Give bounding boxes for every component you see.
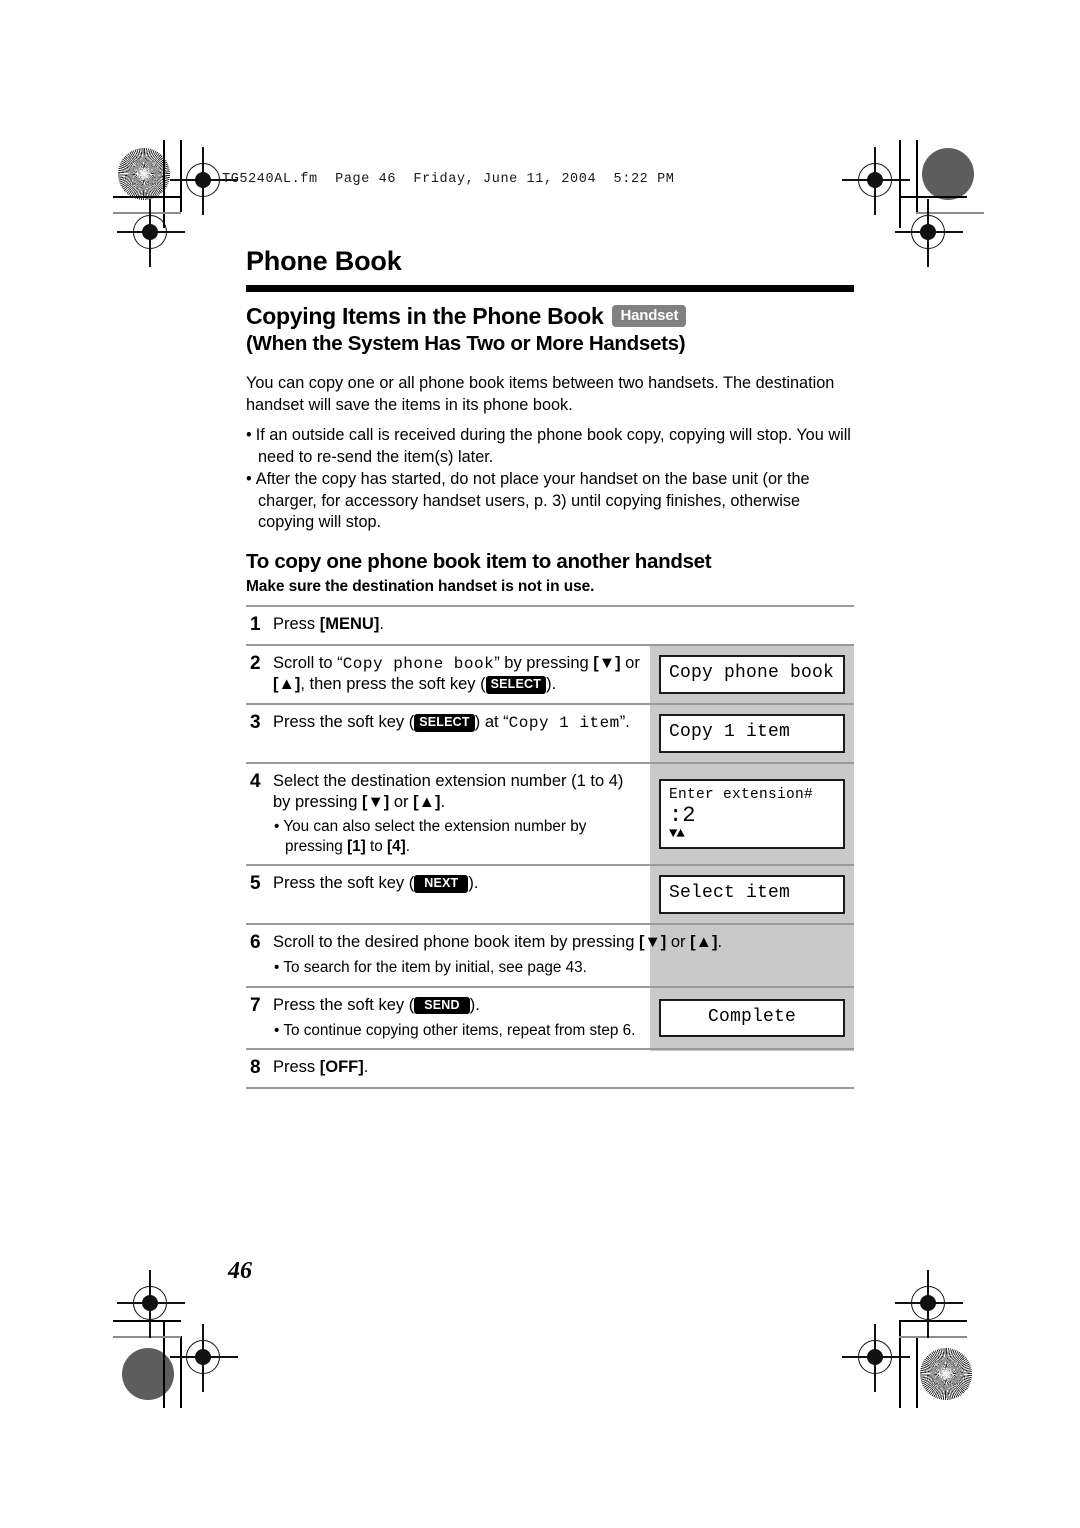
step-text: Press [OFF]. — [273, 1058, 369, 1077]
step-row: 4 Select the destination extension number… — [246, 764, 854, 867]
steps-host: 1 Press [MENU]. 2 Scroll to “Copy phone boo… — [246, 607, 854, 1090]
step-number: 7 — [250, 994, 261, 1016]
list-item: You can also select the extension number… — [274, 817, 642, 856]
lcd-cell: Copy phone book — [650, 646, 854, 704]
lcd-line: Select item — [669, 883, 791, 904]
step-text: Scroll to the desired phone book item by… — [273, 932, 723, 951]
print-header-text: TG5240AL.fm Page 46 Friday, June 11, 200… — [222, 172, 675, 187]
lcd-cell: Complete — [650, 988, 854, 1049]
section-heading: Copying Items in the Phone Book Handset — [246, 303, 854, 330]
step-number: 6 — [250, 931, 261, 953]
page-number: 46 — [228, 1258, 252, 1284]
step-text: Press the soft key (SELECT) at “Copy 1 i… — [273, 713, 630, 733]
list-item: If an outside call is received during th… — [246, 425, 854, 468]
lcd-line: ▼▲ — [669, 826, 685, 843]
step-row: 3 Press the soft key (SELECT) at “Copy 1 … — [246, 705, 854, 764]
section-title: Copying Items in the Phone Book — [246, 303, 604, 329]
list-item: After the copy has started, do not place… — [246, 469, 854, 534]
howto-note: Make sure the destination handset is not… — [246, 577, 595, 595]
step-text: Press the soft key (SEND). — [273, 995, 480, 1014]
step-text: Select the destination extension number … — [273, 771, 624, 811]
step-instruction: 8 Press [OFF]. — [246, 1050, 854, 1087]
step-number: 8 — [250, 1057, 261, 1079]
chapter-title: Phone Book — [246, 246, 402, 276]
step-row: 2 Scroll to “Copy phone book” by pressing… — [246, 646, 854, 706]
list-item: To continue copying other items, repeat … — [274, 1021, 642, 1041]
step-number: 4 — [250, 770, 261, 792]
step-row: 1 Press [MENU]. — [246, 607, 854, 646]
step-instruction: 4 Select the destination extension number… — [246, 764, 650, 864]
list-item: To search for the item by initial, see p… — [274, 958, 846, 978]
caution-bullet-list: If an outside call is received during th… — [246, 425, 854, 534]
handset-badge: Handset — [612, 304, 687, 327]
lcd-screen: Enter extension#:2 ▼▲ — [659, 778, 845, 850]
step-text: Press the soft key (NEXT). — [273, 874, 479, 893]
chapter-rule — [246, 285, 854, 292]
step-number: 1 — [250, 613, 261, 635]
step-instruction: 3 Press the soft key (SELECT) at “Copy 1 … — [246, 705, 650, 762]
step-row: 8 Press [OFF]. — [246, 1050, 854, 1090]
lcd-screen: Complete — [659, 998, 845, 1038]
step-instruction: 5 Press the soft key (NEXT). — [246, 866, 650, 923]
substep-list: To search for the item by initial, see p… — [274, 958, 846, 978]
page-content: Phone Book Copying Items in the Phone Bo… — [246, 246, 854, 1090]
section-subtitle: (When the System Has Two or More Handset… — [246, 332, 686, 355]
step-number: 3 — [250, 712, 261, 734]
lcd-cell: Enter extension#:2 ▼▲ — [650, 764, 854, 864]
howto-title: To copy one phone book item to another h… — [246, 549, 712, 573]
lcd-line: Copy phone book — [669, 663, 835, 684]
step-number: 2 — [250, 652, 261, 674]
step-instruction: 6 Scroll to the desired phone book item b… — [246, 925, 854, 986]
lcd-line: Copy 1 item — [669, 722, 791, 743]
substep-list: To continue copying other items, repeat … — [274, 1021, 642, 1041]
step-row: 7 Press the soft key (SEND). To continue c… — [246, 988, 854, 1051]
step-instruction: 1 Press [MENU]. — [246, 607, 854, 644]
substep-list: You can also select the extension number… — [274, 817, 642, 856]
step-row: 6 Scroll to the desired phone book item b… — [246, 925, 854, 988]
lcd-screen: Select item — [659, 875, 845, 914]
step-row: 5 Press the soft key (NEXT). Select item — [246, 866, 854, 925]
step-instruction: 7 Press the soft key (SEND). To continue c… — [246, 988, 650, 1049]
step-instruction: 2 Scroll to “Copy phone book” by pressing… — [246, 646, 650, 704]
lcd-line: Enter extension# — [669, 786, 814, 803]
step-text: Scroll to “Copy phone book” by pressing … — [273, 653, 640, 694]
steps-table: 1 Press [MENU]. 2 Scroll to “Copy phone boo… — [246, 604, 854, 1090]
lcd-cell: Copy 1 item — [650, 705, 854, 762]
lcd-screen: Copy phone book — [659, 655, 845, 694]
manual-page: TG5240AL.fm Page 46 Friday, June 11, 200… — [0, 0, 1080, 1528]
intro-paragraph: You can copy one or all phone book items… — [246, 374, 835, 414]
step-number: 5 — [250, 873, 261, 895]
lcd-screen: Copy 1 item — [659, 714, 845, 753]
step-text: Press [MENU]. — [273, 614, 384, 633]
lcd-line: :2 — [669, 803, 696, 829]
lcd-line: Complete — [707, 1006, 796, 1027]
lcd-cell: Select item — [650, 866, 854, 923]
